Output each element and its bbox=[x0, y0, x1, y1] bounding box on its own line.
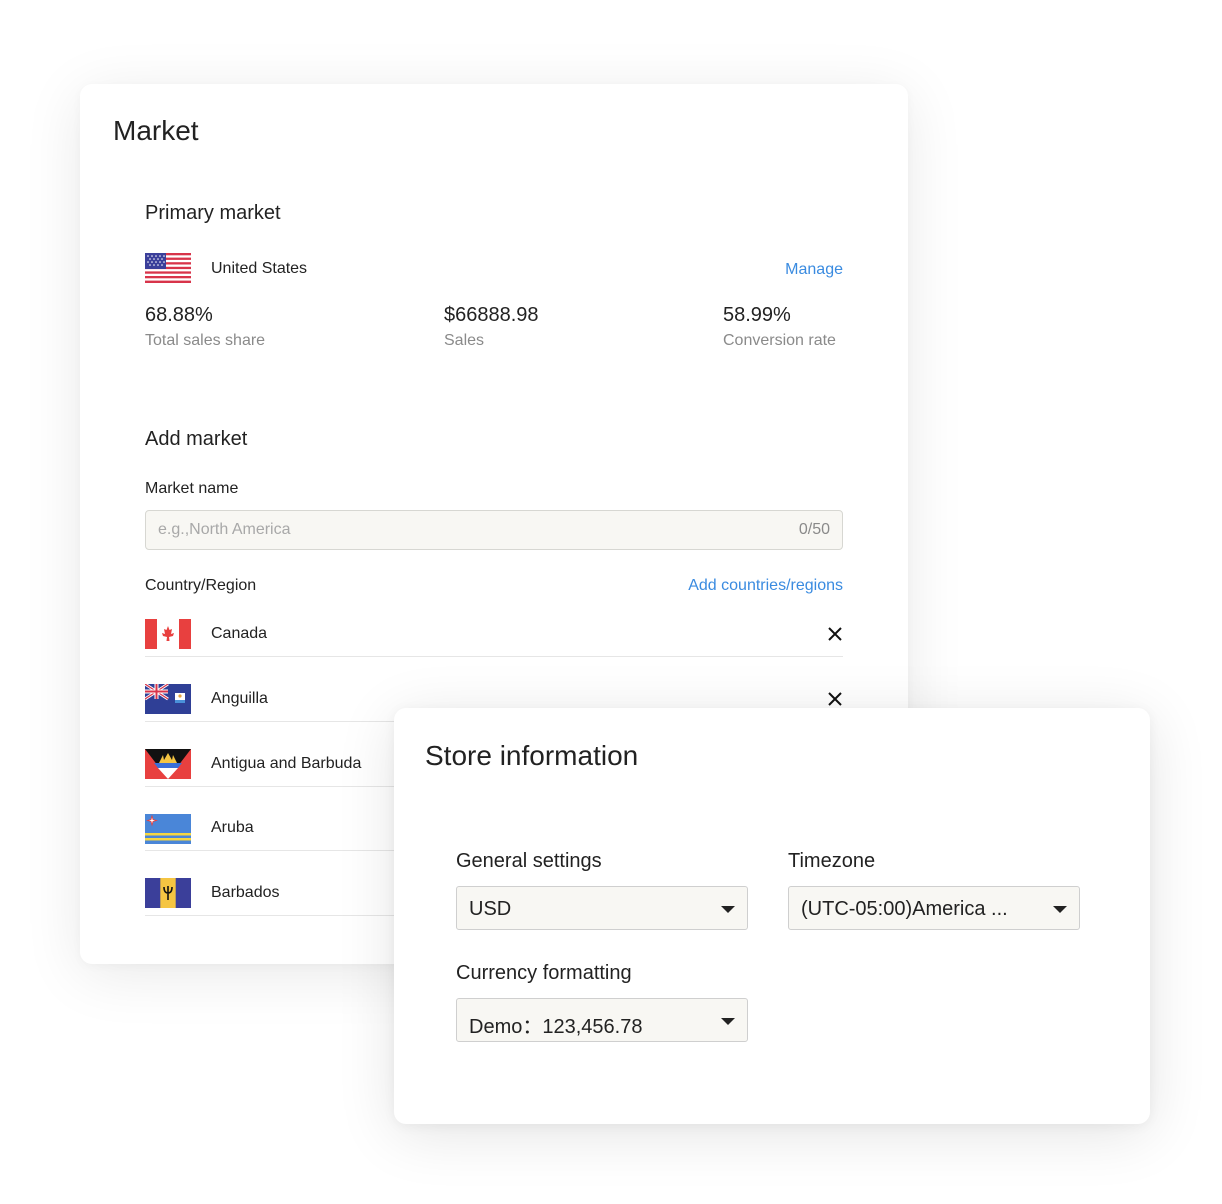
timezone-label: Timezone bbox=[788, 850, 876, 872]
general-settings-value: USD bbox=[469, 898, 512, 920]
united-states-flag-icon bbox=[145, 253, 191, 283]
currency-formatting-select[interactable]: Demo：123,456.78 bbox=[456, 998, 748, 1042]
market-name-input[interactable]: e.g.,North America 0/50 bbox=[145, 510, 843, 550]
barbados-flag-icon bbox=[145, 878, 191, 908]
country-name-aruba: Aruba bbox=[211, 819, 254, 836]
stat-conversion-rate-label: Conversion rate bbox=[723, 332, 836, 349]
store-information-card: Store information General settings USD T… bbox=[394, 708, 1150, 1124]
store-information-title: Store information bbox=[425, 740, 639, 771]
add-countries-link[interactable]: Add countries/regions bbox=[688, 577, 843, 595]
stat-sales-value: $66888.98 bbox=[444, 304, 539, 326]
stat-conversion-rate-value: 58.99% bbox=[723, 304, 791, 326]
country-name-antigua-and-barbuda: Antigua and Barbuda bbox=[211, 755, 362, 772]
general-settings-label: General settings bbox=[456, 850, 602, 872]
currency-formatting-value: Demo：123,456.78 bbox=[469, 1016, 643, 1038]
add-market-heading: Add market bbox=[145, 428, 248, 450]
aruba-flag-icon bbox=[145, 814, 191, 844]
general-settings-select[interactable]: USD bbox=[456, 886, 748, 930]
canada-flag-icon bbox=[145, 619, 191, 649]
market-title: Market bbox=[113, 115, 199, 146]
currency-formatting-label: Currency formatting bbox=[456, 962, 632, 984]
country-region-label: Country/Region bbox=[145, 577, 257, 594]
caret-down-icon bbox=[1053, 906, 1067, 913]
country-name-anguilla: Anguilla bbox=[211, 690, 268, 707]
remove-anguilla-close-icon[interactable] bbox=[828, 692, 842, 706]
country-name-canada: Canada bbox=[211, 625, 268, 642]
primary-market-heading: Primary market bbox=[145, 202, 281, 224]
caret-down-icon bbox=[721, 906, 735, 913]
anguilla-flag-icon bbox=[145, 684, 191, 714]
country-name-barbados: Barbados bbox=[211, 884, 280, 901]
market-name-placeholder: e.g.,North America bbox=[158, 521, 291, 538]
stat-total-sales-share-label: Total sales share bbox=[145, 332, 266, 349]
row-divider bbox=[145, 656, 843, 657]
primary-country-name: United States bbox=[211, 260, 308, 277]
remove-canada-close-icon[interactable] bbox=[828, 627, 842, 641]
timezone-select[interactable]: (UTC-05:00)America ... bbox=[788, 886, 1080, 930]
manage-link[interactable]: Manage bbox=[785, 261, 843, 279]
antigua-and-barbuda-flag-icon bbox=[145, 749, 191, 779]
stat-sales-label: Sales bbox=[444, 332, 485, 349]
market-name-counter: 0/50 bbox=[798, 521, 830, 538]
caret-down-icon bbox=[721, 1018, 735, 1025]
timezone-value: (UTC-05:00)America ... bbox=[801, 898, 1008, 920]
market-name-label: Market name bbox=[145, 480, 239, 497]
stat-total-sales-share-value: 68.88% bbox=[145, 304, 213, 326]
